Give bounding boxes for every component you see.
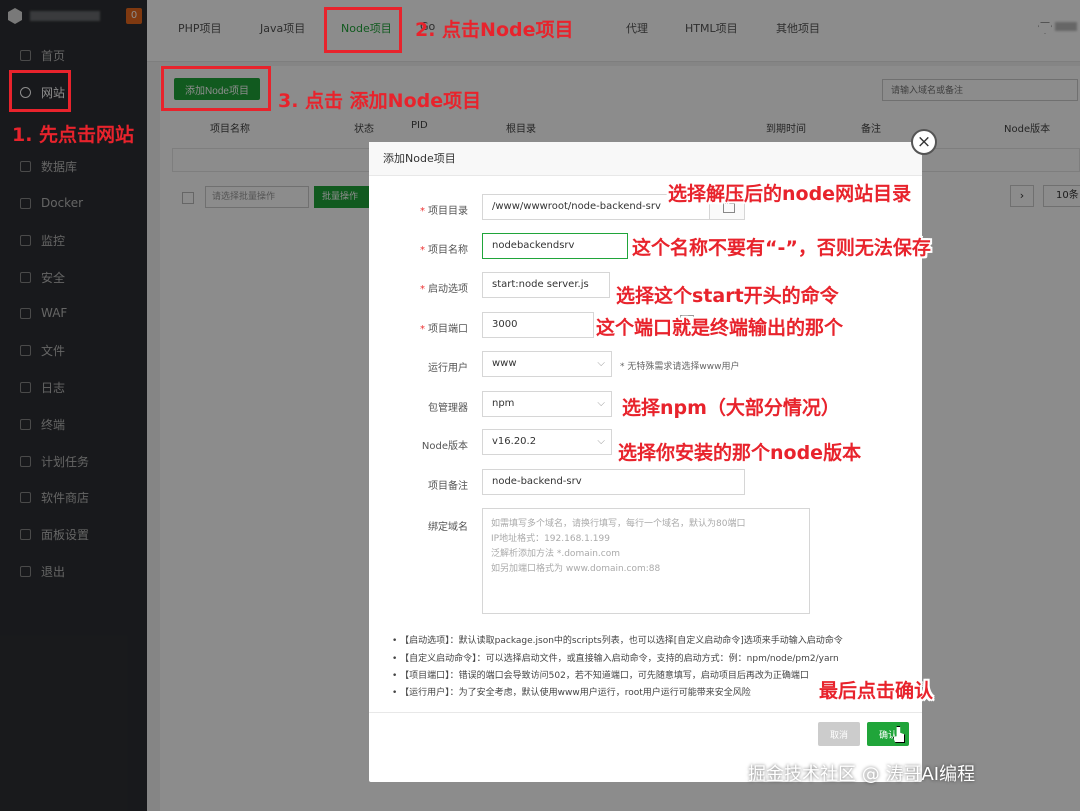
package-manager-select[interactable]: npm ⌵ — [482, 391, 612, 417]
package-manager-value: npm — [492, 398, 515, 409]
annotation-name: 这个名称不要有“-”，否则无法保存 — [632, 237, 931, 259]
field-label-port: * 项目端口 — [420, 324, 468, 335]
run-user-hint: * 无特殊需求请选择www用户 — [620, 362, 740, 372]
node-version-value: v16.20.2 — [492, 436, 537, 447]
field-label-dir: * 项目目录 — [420, 206, 468, 217]
highlight-node-tab — [324, 7, 402, 53]
start-option-select[interactable]: start:node server.js — [482, 272, 610, 298]
annotation-step3: 3. 点击 添加Node项目 — [278, 90, 482, 112]
field-label-start: * 启动选项 — [420, 284, 468, 295]
project-name-input[interactable]: nodebackendsrv — [482, 233, 628, 259]
annotation-step1: 1. 先点击网站 — [12, 124, 135, 146]
run-user-select[interactable]: www ⌵ — [482, 351, 612, 377]
field-label-user: 运行用户 — [428, 363, 468, 374]
domain-placeholder-line: IP地址格式：192.168.1.199 — [491, 534, 610, 544]
watermark: 掘金技术社区 @ 涛哥AI编程 — [748, 764, 976, 785]
annotation-version: 选择你安装的那个node版本 — [618, 442, 862, 464]
chevron-down-icon: ⌵ — [597, 436, 605, 447]
domain-placeholder-line: 泛解析添加方法 *.domain.com — [491, 549, 621, 559]
dialog-title: 添加Node项目 — [369, 142, 922, 176]
annotation-pm: 选择npm（大部分情况） — [622, 397, 840, 419]
help-note: • 【项目端口】：错误的端口会导致访问502，若不知道端口，可先随意填写，启动项… — [392, 671, 809, 681]
run-user-value: www — [492, 358, 517, 369]
project-port-input[interactable]: 3000 — [482, 312, 594, 338]
help-note: • 【运行用户】：为了安全考虑，默认使用www用户运行，root用户运行可能带来… — [392, 688, 751, 698]
close-icon[interactable]: × — [911, 129, 937, 155]
chevron-down-icon: ⌵ — [597, 358, 605, 369]
node-version-select[interactable]: v16.20.2 ⌵ — [482, 429, 612, 455]
annotation-step2: 2. 点击Node项目 — [415, 19, 574, 41]
field-label-name: * 项目名称 — [420, 245, 468, 256]
field-label-remark: 项目备注 — [428, 481, 468, 492]
help-note: • 【自定义启动命令】：可以选择启动文件，或直接输入启动命令，支持的启动方式：例… — [392, 654, 839, 664]
annotation-start: 选择这个start开头的命令 — [616, 285, 839, 307]
chevron-down-icon: ⌵ — [597, 398, 605, 409]
annotation-dir: 选择解压后的node网站目录 — [668, 183, 912, 205]
domain-placeholder-line: 如另加端口格式为 www.domain.com:88 — [491, 564, 661, 574]
highlight-website — [9, 70, 71, 112]
annotation-port: 这个端口就是终端输出的那个 — [596, 317, 844, 339]
help-note: • 【启动选项】：默认读取package.json中的scripts列表，也可以… — [392, 636, 843, 646]
cancel-button[interactable]: 取消 — [818, 722, 860, 746]
domain-placeholder-line: 如需填写多个域名，请换行填写，每行一个域名，默认为80端口 — [491, 519, 746, 529]
field-label-version: Node版本 — [421, 441, 468, 452]
project-remark-input[interactable]: node-backend-srv — [482, 469, 745, 495]
highlight-add-button — [161, 66, 271, 111]
field-label-domain: 绑定域名 — [428, 522, 468, 533]
field-label-pm: 包管理器 — [428, 403, 468, 414]
annotation-confirm: 最后点击确认 — [819, 680, 934, 702]
bind-domain-textarea[interactable]: 如需填写多个域名，请换行填写，每行一个域名，默认为80端口 IP地址格式：192… — [482, 508, 810, 614]
